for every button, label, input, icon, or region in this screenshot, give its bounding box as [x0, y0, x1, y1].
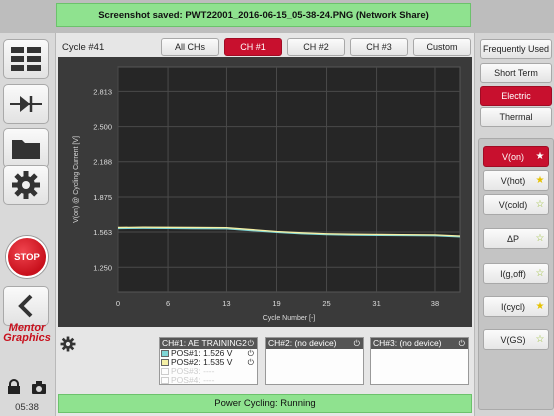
category-frequently-used[interactable]: Frequently Used	[480, 39, 552, 59]
y-tick-label: 2.500	[93, 123, 112, 132]
channel-3-panel[interactable]: CH#3: (no device) ⏻	[370, 337, 469, 385]
category-pointer	[507, 130, 519, 137]
power-icon[interactable]: ⏻	[248, 338, 254, 349]
y-tick-label: 1.250	[93, 263, 112, 272]
param-label: ΔP	[506, 233, 519, 244]
position-4-swatch	[161, 377, 169, 384]
param-label: V(cold)	[498, 199, 528, 210]
chart-settings-gear-icon[interactable]	[60, 336, 76, 352]
right-sidebar: Frequently Used Short Term Electric Ther…	[474, 33, 554, 416]
x-tick-label: 38	[431, 299, 439, 308]
gear-icon	[12, 171, 40, 199]
channel-2-title: CH#2: (no device)	[268, 338, 337, 348]
position-2-swatch	[161, 359, 169, 366]
y-tick-label: 1.875	[93, 193, 112, 202]
param-icycl[interactable]: I(cycl) ★	[483, 296, 549, 317]
x-tick-label: 0	[116, 299, 120, 308]
open-folder-button[interactable]	[3, 128, 49, 168]
position-3-swatch	[161, 368, 169, 375]
tab-all-chs[interactable]: All CHs	[161, 38, 219, 56]
y-tick-label: 1.563	[93, 228, 112, 237]
star-icon[interactable]: ★	[534, 175, 546, 186]
star-outline-icon[interactable]: ☆	[534, 233, 546, 244]
param-label: I(cycl)	[501, 301, 525, 312]
channel-2-panel[interactable]: CH#2: (no device) ⏻	[265, 337, 364, 385]
camera-icon[interactable]	[31, 379, 47, 395]
x-tick-label: 19	[272, 299, 280, 308]
channel-3-title: CH#3: (no device)	[373, 338, 442, 348]
settings-button[interactable]	[3, 165, 49, 205]
star-outline-icon[interactable]: ☆	[534, 199, 546, 210]
category-electric[interactable]: Electric	[480, 86, 552, 106]
back-button[interactable]	[3, 286, 49, 326]
left-toolbar: STOP Mentor Graphics 05:38	[0, 33, 56, 416]
grid-layout-icon	[11, 47, 41, 71]
x-tick-label: 6	[166, 299, 170, 308]
channel-1-panel[interactable]: CH#1: AE TRAINING2 ⏻ POS#1: 1.526 V ⏻ PO…	[159, 337, 258, 385]
mentor-graphics-logo: Mentor Graphics	[3, 322, 51, 344]
top-banner: Screenshot saved: PWT22001_2016-06-15_05…	[0, 0, 554, 33]
position-1-swatch	[161, 350, 169, 357]
tab-ch2[interactable]: CH #2	[287, 38, 345, 56]
logo-text: Mentor Graphics	[3, 322, 51, 344]
power-icon[interactable]: ⏻	[459, 338, 465, 349]
chart-area[interactable]: 0 6 13 19 25 31 38 1.250 1.563 1.875 2.188 2.500 2.8…	[58, 57, 472, 327]
param-label: I(g,off)	[500, 268, 526, 279]
clock: 05:38	[15, 402, 39, 413]
x-tick-label: 31	[372, 299, 380, 308]
x-tick-label: 13	[222, 299, 230, 308]
param-von[interactable]: V(on) ★	[483, 146, 549, 167]
x-axis-label: Cycle Number [-]	[263, 315, 316, 322]
layout-button[interactable]	[3, 39, 49, 79]
voltage-chart: 0 6 13 19 25 31 38 1.250 1.563 1.875 2.188 2.500 2.8…	[73, 66, 461, 322]
param-vhot[interactable]: V(hot) ★	[483, 170, 549, 191]
folder-icon	[12, 140, 40, 159]
plot-background	[117, 66, 461, 293]
star-outline-icon[interactable]: ☆	[534, 334, 546, 345]
x-tick-label: 25	[322, 299, 330, 308]
y-axis-label: V(on) @ Cycling Current [V]	[73, 136, 80, 223]
param-vgs[interactable]: V(GS) ☆	[483, 329, 549, 350]
position-4-label: POS#4: ----	[171, 375, 215, 385]
param-delta-p[interactable]: ΔP ☆	[483, 228, 549, 249]
power-icon[interactable]: ⏻	[248, 349, 254, 358]
category-short-term[interactable]: Short Term	[480, 63, 552, 83]
cycle-label: Cycle #41	[62, 42, 105, 53]
lock-icon[interactable]	[6, 379, 22, 395]
status-bar: Power Cycling: Running	[58, 394, 472, 413]
param-label: V(on)	[501, 151, 524, 162]
star-icon[interactable]: ★	[534, 301, 546, 312]
channel-3-header: CH#3: (no device) ⏻	[371, 338, 468, 349]
param-label: V(hot)	[500, 175, 526, 186]
param-label: V(GS)	[500, 334, 526, 345]
y-tick-label: 2.813	[93, 87, 112, 96]
star-outline-icon[interactable]: ☆	[534, 268, 546, 279]
parameter-panel: V(on) ★ V(hot) ★ V(cold) ☆ ΔP ☆ I(g,off)…	[478, 138, 554, 410]
tab-ch1[interactable]: CH #1	[224, 38, 282, 56]
star-icon[interactable]: ★	[534, 151, 546, 162]
param-vcold[interactable]: V(cold) ☆	[483, 194, 549, 215]
tab-ch3[interactable]: CH #3	[350, 38, 408, 56]
param-igoff[interactable]: I(g,off) ☆	[483, 263, 549, 284]
channel-2-header: CH#2: (no device) ⏻	[266, 338, 363, 349]
chevron-left-icon	[18, 294, 33, 318]
diode-icon	[10, 96, 42, 112]
tab-custom[interactable]: Custom	[413, 38, 471, 56]
power-icon[interactable]: ⏻	[354, 338, 360, 349]
main-panel: Cycle #41 All CHs CH #1 CH #2 CH #3 Cust…	[56, 33, 474, 416]
y-tick-label: 2.188	[93, 158, 112, 167]
power-icon[interactable]: ⏻	[248, 358, 254, 367]
device-button[interactable]	[3, 84, 49, 124]
stop-button[interactable]: STOP	[6, 236, 48, 278]
channel-1-title: CH#1: AE TRAINING2	[162, 338, 247, 348]
category-thermal[interactable]: Thermal	[480, 107, 552, 127]
position-4[interactable]: POS#4: ----	[160, 376, 257, 385]
screenshot-saved-message: Screenshot saved: PWT22001_2016-06-15_05…	[56, 3, 471, 27]
